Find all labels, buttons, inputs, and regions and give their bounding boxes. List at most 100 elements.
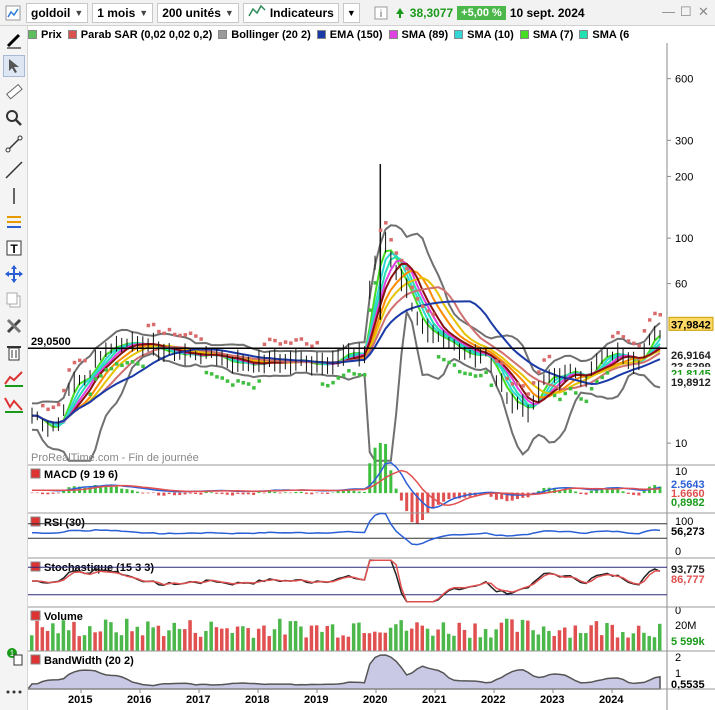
legend-item[interactable]: Prix (28, 26, 62, 43)
volume-bar (394, 624, 398, 651)
bandwidth-panel[interactable]: BandWidth (20 2) 210,5535 (28, 650, 715, 691)
rsi-panel[interactable]: RSI (30) 100056,273 (28, 512, 715, 558)
period-select[interactable]: 1 mois ▼ (92, 2, 154, 23)
legend-label: EMA (150) (329, 28, 383, 41)
sar-dot (484, 370, 488, 375)
chart-icon[interactable] (4, 4, 22, 22)
legend-item[interactable]: SMA (10) (454, 26, 514, 43)
macd-histogram-bar (637, 492, 641, 496)
volume-bar (304, 637, 308, 651)
info-icon[interactable]: i (372, 4, 390, 22)
notification-icon[interactable]: 1 (3, 646, 25, 668)
legend-item[interactable]: SMA (7) (519, 26, 573, 43)
chart-area[interactable]: 600300200100601029,0500ProRealTime.com -… (28, 43, 715, 710)
move-icon[interactable] (3, 263, 25, 285)
fibonacci-icon[interactable] (3, 211, 25, 233)
legend-item[interactable]: Parab SAR (0,02 0,02 0,2) (67, 26, 212, 43)
volume-bar (278, 618, 282, 651)
panel-swatch (30, 561, 41, 572)
symbol-select[interactable]: goldoil ▼ (26, 2, 89, 23)
trash-icon[interactable] (3, 341, 25, 363)
line-icon[interactable] (3, 159, 25, 181)
macd-histogram-bar (35, 492, 39, 494)
volume-panel[interactable]: Volume20M5 599k (28, 606, 715, 651)
legend-item[interactable]: SMA (89) (388, 26, 448, 43)
sar-dot (83, 358, 87, 363)
legend-item[interactable]: EMA (150) (316, 26, 383, 43)
zoom-icon[interactable] (3, 107, 25, 129)
top-toolbar: goldoil ▼ 1 mois ▼ 200 unités ▼ Indicate… (0, 0, 715, 26)
macd-histogram-bar (320, 492, 324, 494)
y-tick-label: 100 (675, 233, 693, 245)
volume-bar (531, 630, 535, 651)
indicators-button[interactable]: Indicateurs (242, 2, 339, 23)
legend-item[interactable]: SMA (6 (579, 26, 629, 43)
sar-dot (56, 402, 61, 407)
volume-bar (119, 635, 124, 651)
macd-histogram-bar (188, 492, 192, 494)
volume-bar (251, 637, 256, 651)
units-select[interactable]: 200 unités ▼ (157, 2, 239, 23)
volume-bar (552, 635, 556, 651)
sar-dot (521, 384, 525, 388)
chevron-down-icon: ▼ (224, 7, 234, 18)
macd-histogram-bar (262, 492, 266, 494)
volume-bar (483, 629, 488, 651)
pencil-icon[interactable] (3, 29, 25, 51)
panel-swatch (30, 468, 41, 479)
stochastic-panel[interactable]: Stochastique (15 3 3)093,77586,777 (28, 557, 715, 617)
y-tick-label: 200 (675, 171, 693, 183)
cursor-icon[interactable] (3, 55, 25, 77)
vertical-line-icon[interactable] (3, 185, 25, 207)
sar-dot (526, 392, 531, 396)
volume-bar (93, 632, 97, 651)
sar-dot (252, 386, 256, 390)
sar-dot (605, 371, 610, 375)
sar-dot (283, 340, 288, 344)
x-tick-label: 2023 (540, 694, 564, 706)
sar-dot (220, 376, 224, 380)
volume-bar (658, 623, 662, 651)
macd-histogram-bar (30, 492, 34, 494)
sar-dot (642, 329, 647, 333)
volume-bar (219, 628, 224, 651)
macd-histogram-bar (410, 492, 414, 523)
sar-dot (167, 327, 172, 332)
sar-dot (542, 358, 546, 362)
indicator-red-icon[interactable] (3, 367, 25, 389)
macd-histogram-bar (220, 492, 224, 494)
main-price-panel[interactable]: 600300200100601029,0500ProRealTime.com -… (28, 43, 714, 710)
macd-histogram-bar (442, 492, 446, 502)
macd-histogram-bar (278, 492, 282, 494)
text-icon[interactable]: T (3, 237, 25, 259)
settings-tools-icon[interactable] (3, 315, 25, 337)
sar-dot (426, 309, 430, 313)
sar-dot (77, 358, 82, 363)
macd-histogram-bar (178, 492, 182, 496)
sar-dot (146, 323, 151, 328)
sar-dot (552, 393, 557, 398)
indicator-green-icon[interactable] (3, 393, 25, 415)
macd-histogram-bar (336, 491, 340, 494)
segment-icon[interactable] (3, 133, 25, 155)
macd-histogram-bar (46, 492, 50, 495)
copy-icon[interactable] (3, 289, 25, 311)
sar-dot (299, 337, 304, 341)
macd-tick: 10 (675, 466, 687, 478)
svg-text:T: T (10, 242, 18, 256)
macd-histogram-bar (41, 492, 45, 495)
close-icon[interactable]: ✕ (698, 4, 709, 20)
y-tick-label: 60 (675, 279, 687, 291)
minimize-icon[interactable]: — (662, 4, 675, 19)
indicators-dropdown[interactable]: ▼ (342, 2, 360, 23)
sar-dot (621, 335, 626, 339)
price-arrow-icon (394, 4, 406, 22)
maximize-icon[interactable]: ☐ (680, 4, 692, 20)
more-icon[interactable] (3, 681, 25, 703)
sar-dot (320, 382, 325, 386)
legend-item[interactable]: Bollinger (20 2) (218, 26, 311, 43)
sar-dot (579, 397, 583, 401)
sar-dot (468, 372, 473, 376)
ruler-icon[interactable] (3, 81, 25, 103)
sar-dot (151, 322, 156, 327)
